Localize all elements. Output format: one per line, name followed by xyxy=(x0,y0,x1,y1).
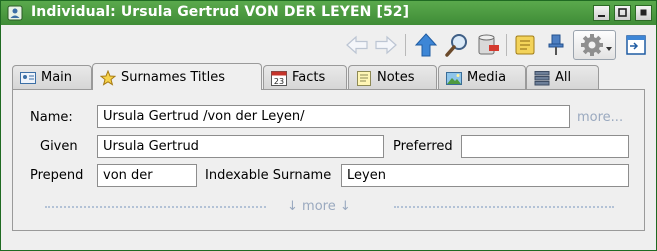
pin-button[interactable] xyxy=(544,33,568,57)
forward-button[interactable] xyxy=(374,33,398,57)
minimize-icon xyxy=(598,15,605,17)
settings-gear-icon xyxy=(581,34,612,56)
minimize-button[interactable] xyxy=(593,5,610,21)
tab-main-label: Main xyxy=(41,70,73,85)
tab-all-label: All xyxy=(555,70,572,85)
note-icon xyxy=(356,70,372,86)
individual-window: Individual: Ursula Gertrud VON DER LEYEN… xyxy=(0,0,657,251)
search-icon xyxy=(445,34,467,57)
prepend-field[interactable]: von der xyxy=(97,164,197,187)
up-button[interactable] xyxy=(414,33,438,57)
window-title: Individual: Ursula Gertrud VON DER LEYEN… xyxy=(31,4,410,20)
indexable-surname-field[interactable]: Leyen xyxy=(341,164,629,187)
citation-button[interactable] xyxy=(513,33,537,57)
preferred-field[interactable] xyxy=(461,135,629,158)
toolbar-separator xyxy=(405,34,406,56)
tab-media[interactable]: Media xyxy=(438,65,526,89)
up-arrow-icon xyxy=(414,33,438,57)
scroll-icon xyxy=(515,35,535,55)
tab-media-label: Media xyxy=(467,70,507,85)
back-button[interactable] xyxy=(345,33,369,57)
indexable-surname-label: Indexable Surname xyxy=(205,168,332,183)
title-bar[interactable]: Individual: Ursula Gertrud VON DER LEYEN… xyxy=(1,1,656,25)
back-arrow-icon xyxy=(346,35,368,55)
name-label: Name: xyxy=(30,110,73,125)
more-expander[interactable]: ↓ more ↓ xyxy=(287,199,351,214)
close-icon xyxy=(640,9,647,16)
tab-surnames-titles[interactable]: Surnames Titles xyxy=(92,63,262,90)
tab-facts[interactable]: 23 Facts xyxy=(263,65,347,89)
toolbar-separator xyxy=(506,34,507,56)
star-icon xyxy=(99,69,117,86)
toolbar xyxy=(1,26,656,64)
forward-arrow-icon xyxy=(375,35,397,55)
window-icon xyxy=(626,35,646,55)
tab-facts-label: Facts xyxy=(292,70,326,85)
more-divider-right xyxy=(394,206,614,208)
given-field[interactable]: Ursula Gertrud xyxy=(97,135,384,158)
more-link[interactable]: more... xyxy=(577,110,623,125)
settings-button[interactable] xyxy=(573,30,616,60)
maximize-button[interactable] xyxy=(614,5,631,21)
database-record-icon xyxy=(478,34,499,55)
id-card-icon xyxy=(20,70,36,86)
calendar-icon: 23 xyxy=(271,70,287,86)
more-divider-left xyxy=(45,206,266,208)
name-field[interactable]: Ursula Gertrud /von der Leyen/ xyxy=(97,105,570,128)
picture-icon xyxy=(446,70,462,86)
preferred-label: Preferred xyxy=(393,139,453,154)
prepend-label: Prepend xyxy=(30,168,84,183)
remove-record-button[interactable] xyxy=(476,33,500,57)
close-button[interactable] xyxy=(635,5,652,21)
tab-main[interactable]: Main xyxy=(12,65,92,89)
tab-bar: Main Surnames Titles 23 Facts Notes Medi… xyxy=(1,63,656,90)
list-icon xyxy=(534,70,550,86)
app-icon xyxy=(7,5,23,21)
tab-notes-label: Notes xyxy=(377,70,415,85)
svg-text:23: 23 xyxy=(274,77,284,86)
tab-surnames-titles-label: Surnames Titles xyxy=(121,70,226,85)
maximize-icon xyxy=(618,8,627,17)
tab-all[interactable]: All xyxy=(526,65,599,89)
given-label: Given xyxy=(40,139,78,154)
search-button[interactable] xyxy=(445,33,469,57)
tab-notes[interactable]: Notes xyxy=(348,65,437,89)
pin-icon xyxy=(548,34,564,55)
open-window-button[interactable] xyxy=(624,33,648,57)
